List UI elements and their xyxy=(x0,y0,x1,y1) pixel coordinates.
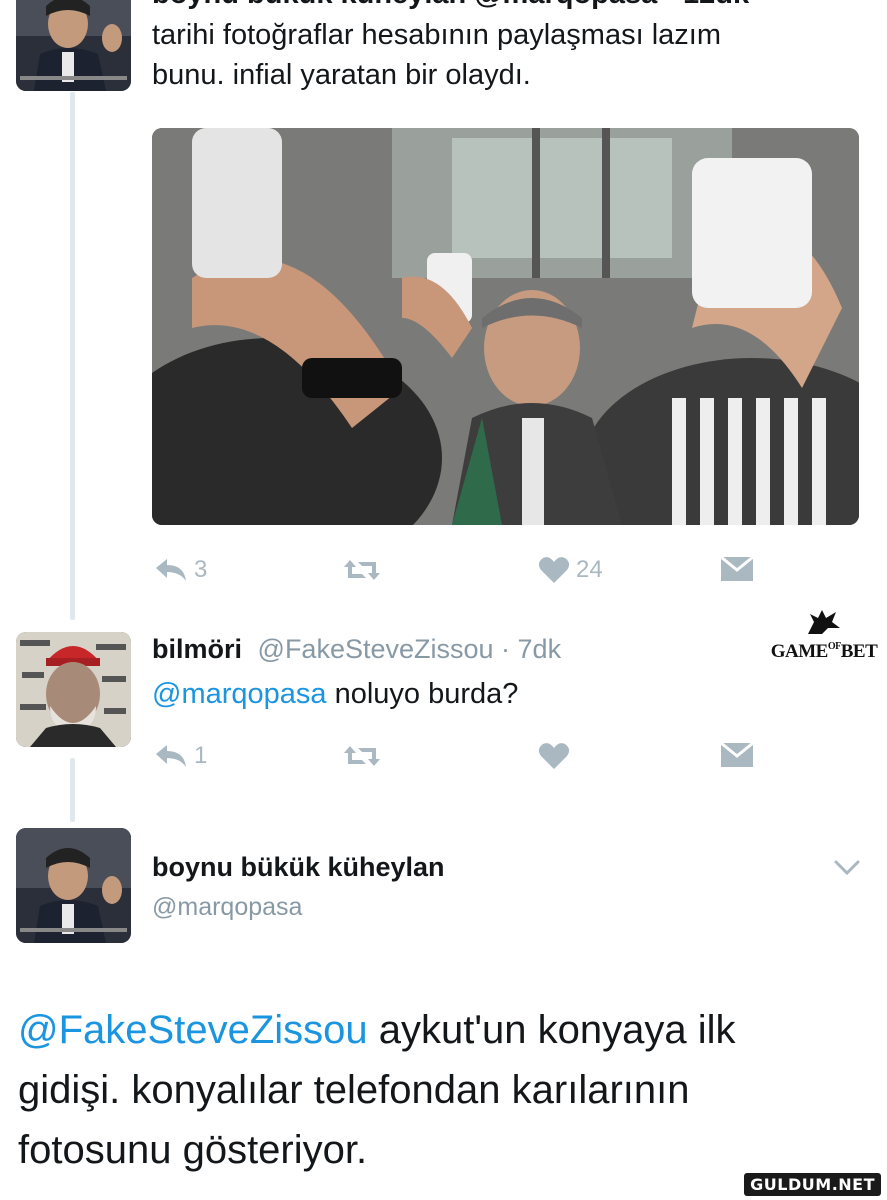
tweet1-like-button[interactable]: 24 xyxy=(538,556,603,584)
tweet2-reply-count: 1 xyxy=(194,742,208,769)
tweet3-name-text: boynu bükük küheylan xyxy=(152,852,445,882)
chevron-down-icon xyxy=(834,860,860,876)
retweet-icon xyxy=(344,560,380,580)
game-of-bet-text-of: OF xyxy=(827,641,841,652)
tweet1-like-count: 24 xyxy=(576,556,603,583)
game-of-bet-watermark: GAMEOFBET xyxy=(768,608,880,664)
tweet2-reply-button[interactable]: 1 xyxy=(154,742,207,770)
envelope-icon xyxy=(720,556,754,581)
tweet2-retweet-button[interactable] xyxy=(342,742,382,770)
tweet2-text: @marqopasa noluyo burda? xyxy=(152,674,518,714)
thread-line-2 xyxy=(70,758,75,822)
tweet1-header-cut: boynu bükük küheylan @marqopasa · 12dk xyxy=(152,0,749,11)
tweet2-mention-link[interactable]: @marqopasa xyxy=(152,678,327,710)
envelope-icon xyxy=(720,742,754,767)
guldum-watermark: GULDUM.NET xyxy=(744,1173,881,1196)
tweet3-mention-link[interactable]: @FakeSteveZissou xyxy=(18,1008,368,1052)
game-of-bet-text-game: GAME xyxy=(770,641,829,662)
tweet2-body: noluyo burda? xyxy=(326,678,519,710)
tweet1-text-line1: tarihi fotoğraflar hesabının paylaşması … xyxy=(152,19,721,51)
tweet1-actions: 3 24 xyxy=(152,556,762,596)
tweet1-text-line2: bunu. infial yaratan bir olaydı. xyxy=(152,59,531,91)
tweet2-actions: 1 xyxy=(152,742,762,782)
avatar-marqopasa[interactable] xyxy=(16,828,131,943)
tweet3-author-name[interactable]: boynu bükük küheylan xyxy=(152,850,445,884)
tweet3-author-handle[interactable]: @marqopasa xyxy=(152,890,302,924)
tweet1-dm-button[interactable] xyxy=(720,556,754,582)
tweet1-reply-count: 3 xyxy=(194,556,208,583)
wolf-logo-icon xyxy=(808,610,840,634)
tweet2-timestamp[interactable]: · 7dk xyxy=(501,634,561,664)
tweet2-author-name[interactable]: bilmöri xyxy=(152,634,242,664)
tweet1-retweet-button[interactable] xyxy=(342,556,382,584)
reply-icon xyxy=(156,745,186,767)
game-of-bet-text-bet: BET xyxy=(840,641,878,662)
tweet1-reply-button[interactable]: 3 xyxy=(154,556,207,584)
tweet-menu-button[interactable] xyxy=(832,858,862,883)
tweet1-text: tarihi fotoğraflar hesabının paylaşması … xyxy=(152,15,721,95)
avatar-marqopasa-top[interactable] xyxy=(16,0,131,91)
tweet2-dm-button[interactable] xyxy=(720,742,754,768)
heart-icon xyxy=(538,743,570,769)
tweet3-handle-text: @marqopasa xyxy=(152,893,303,921)
tweet2-author-handle[interactable]: @FakeSteveZissou xyxy=(258,634,494,664)
tweet2-header: bilmöri @FakeSteveZissou · 7dk xyxy=(152,632,561,666)
tweet3-text: @FakeSteveZissou aykut'un konyaya ilk gi… xyxy=(18,1000,838,1180)
thread-line-1 xyxy=(70,92,75,620)
retweet-icon xyxy=(344,746,380,766)
tweet1-photo[interactable] xyxy=(152,128,859,525)
heart-icon xyxy=(538,557,570,583)
tweet2-like-button[interactable] xyxy=(538,742,570,770)
avatar-fakestevezissou[interactable] xyxy=(16,632,131,747)
reply-icon xyxy=(156,559,186,581)
